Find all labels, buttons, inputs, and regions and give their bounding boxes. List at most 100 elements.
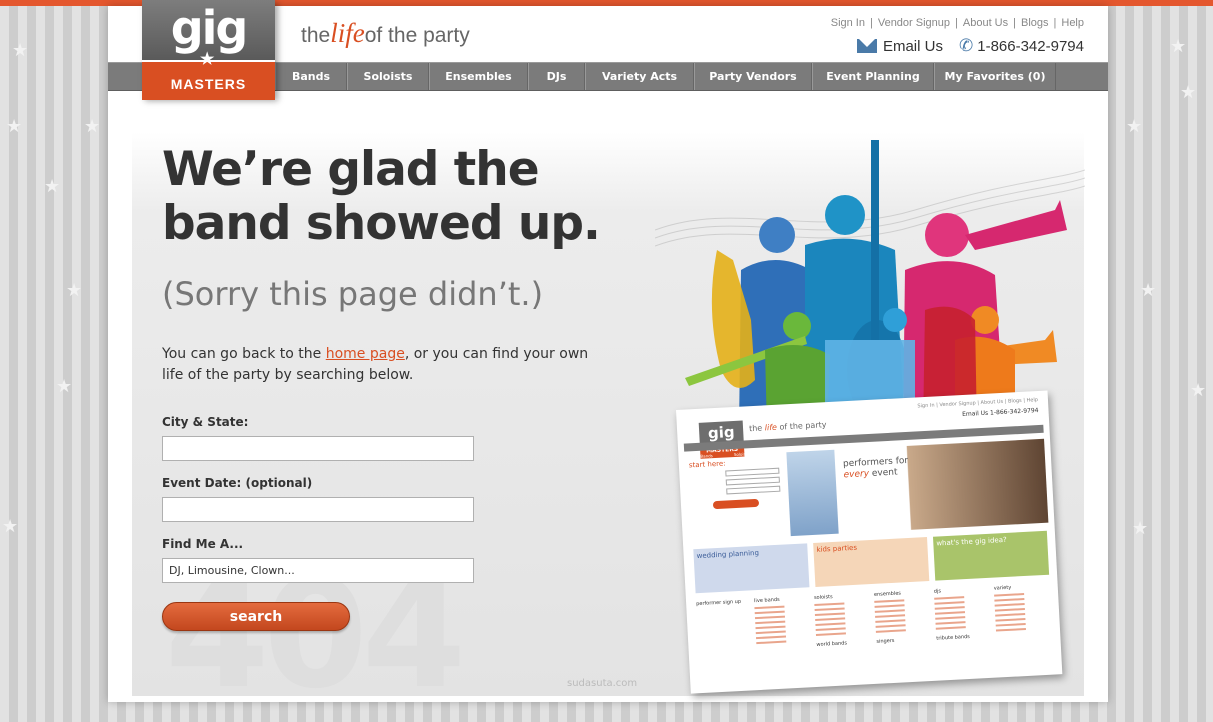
background-star-icon: ★	[12, 40, 29, 61]
background-star-icon: ★	[6, 116, 23, 137]
background-star-icon: ★	[44, 176, 61, 197]
preview-tag-life: life	[764, 422, 778, 433]
preview-field	[725, 476, 780, 486]
preview-performer-label: performer sign up	[696, 598, 742, 608]
logo-subtitle-text: MASTERS	[170, 76, 247, 92]
site-preview-screenshot: gig MASTERS the life of the party Sign I…	[676, 390, 1063, 694]
tagline: thelifeof the party	[301, 18, 470, 49]
separator: |	[1013, 17, 1016, 29]
preview-start-panel: start here:	[689, 457, 783, 540]
preview-tagline: the life of the party	[749, 420, 827, 433]
preview-col: variety	[994, 583, 1051, 632]
preview-hero-text: performers for every event	[843, 456, 909, 481]
nav-ensembles[interactable]: Ensembles	[429, 63, 528, 90]
preview-contact: Email Us 1-866-342-9794	[961, 407, 1039, 419]
page-headline: We’re glad the band showed up.	[162, 142, 601, 251]
404-watermark: 404	[165, 548, 466, 722]
tagline-life: life	[330, 18, 365, 48]
logo-star-icon: ★	[200, 51, 216, 68]
preview-kids-panel: kids parties	[813, 537, 930, 587]
separator: |	[1053, 17, 1057, 29]
preview-start-label: start here:	[688, 459, 726, 470]
nav-my-favorites[interactable]: My Favorites (0)	[934, 63, 1056, 90]
preview-wedding-label: wedding planning	[696, 548, 760, 561]
phone-number: 1-866-342-9794	[977, 37, 1084, 55]
find-me-label: Find Me A...	[162, 537, 244, 551]
preview-find-button	[712, 498, 760, 510]
intro-paragraph: You can go back to the home page, or you…	[162, 344, 602, 386]
city-state-input[interactable]	[162, 436, 474, 461]
preview-nav-item: Soloists	[733, 451, 750, 458]
preview-hero-pre: performers for	[842, 455, 909, 470]
event-date-label: Event Date: (optional)	[162, 476, 313, 490]
preview-tag-pre: the	[748, 423, 763, 434]
background-star-icon: ★	[1132, 518, 1149, 539]
preview-col-title: djs	[933, 588, 942, 595]
background-star-icon: ★	[1170, 36, 1187, 57]
site-logo[interactable]: gig ★ MASTERS	[142, 0, 275, 100]
nav-event-planning[interactable]: Event Planning	[812, 63, 934, 90]
background-star-icon: ★	[66, 280, 83, 301]
preview-field	[726, 485, 781, 495]
background-star-icon: ★	[1126, 116, 1143, 137]
preview-nav-item: Bands	[700, 453, 713, 459]
nav-bands[interactable]: Bands	[275, 63, 347, 90]
background-star-icon: ★	[1180, 82, 1197, 103]
email-us-link[interactable]: Email Us	[883, 38, 943, 55]
preview-col-title: variety	[993, 584, 1012, 592]
preview-gig-idea-panel: what's the gig idea?	[932, 530, 1050, 581]
separator: |	[869, 17, 873, 29]
search-button[interactable]: search	[162, 602, 350, 631]
nav-variety-acts[interactable]: Variety Acts	[585, 63, 694, 90]
page-subheadline: (Sorry this page didn’t.)	[162, 275, 544, 313]
preview-col-title: live bands	[753, 596, 780, 605]
find-me-input[interactable]	[162, 558, 474, 583]
vendor-signup-link[interactable]: Vendor Signup	[878, 17, 950, 29]
preview-field	[725, 467, 780, 477]
preview-hero: performers for every event	[786, 438, 1049, 537]
band-silhouette-illustration	[655, 140, 1085, 430]
tagline-post: of the party	[364, 24, 470, 47]
separator: |	[955, 17, 958, 29]
blogs-link[interactable]: Blogs	[1021, 17, 1049, 29]
preview-hero-image	[786, 449, 839, 537]
preview-col: ensembles singers	[874, 589, 932, 645]
preview-performer-signup: performer sign up	[696, 598, 751, 607]
contact-info: Email Us ✆ 1-866-342-9794	[856, 36, 1084, 56]
preview-col: soloists world bands	[814, 592, 872, 648]
background-star-icon: ★	[1190, 380, 1207, 401]
city-state-label: City & State:	[162, 415, 249, 429]
envelope-icon	[856, 39, 877, 53]
background-star-icon: ★	[84, 116, 101, 137]
background-star-icon: ★	[2, 516, 19, 537]
preview-col: live bands	[753, 595, 811, 645]
nav-party-vendors[interactable]: Party Vendors	[694, 63, 812, 90]
phone-icon: ✆	[958, 36, 974, 55]
sign-in-link[interactable]: Sign In	[831, 17, 865, 29]
intro-text-pre: You can go back to the	[162, 346, 326, 362]
home-page-link[interactable]: home page	[326, 346, 405, 362]
background-star-icon: ★	[1140, 280, 1157, 301]
preview-kids-label: kids parties	[816, 543, 858, 554]
preview-tribute: tribute bands	[936, 633, 970, 642]
preview-col-title: ensembles	[873, 590, 902, 598]
preview-col: djs tribute bands	[933, 586, 992, 642]
preview-col-title: soloists	[813, 594, 833, 602]
event-date-input[interactable]	[162, 497, 474, 522]
preview-gig-idea-label: what's the gig idea?	[936, 535, 1007, 548]
footer-watermark: sudasuta.com	[567, 678, 638, 689]
about-us-link[interactable]: About Us	[963, 17, 1008, 29]
nav-djs[interactable]: DJs	[528, 63, 585, 90]
preview-hero-post: event	[871, 467, 898, 479]
preview-hero-every: every	[843, 468, 870, 481]
preview-tag-post: of the party	[779, 420, 827, 432]
preview-category-columns: performer sign up live bands soloists wor…	[696, 583, 1056, 692]
preview-world-bands: world bands	[816, 640, 848, 648]
preview-wedding-panel: wedding planning	[693, 543, 810, 594]
utility-links: Sign In | Vendor Signup | About Us | Blogs | Hel…	[831, 17, 1084, 29]
nav-soloists[interactable]: Soloists	[347, 63, 429, 90]
preview-panels: wedding planning kids parties what's the…	[693, 530, 1051, 594]
preview-singers: singers	[876, 637, 895, 645]
logo-subtitle: ★ MASTERS	[142, 52, 275, 100]
help-link[interactable]: Help	[1061, 17, 1084, 29]
